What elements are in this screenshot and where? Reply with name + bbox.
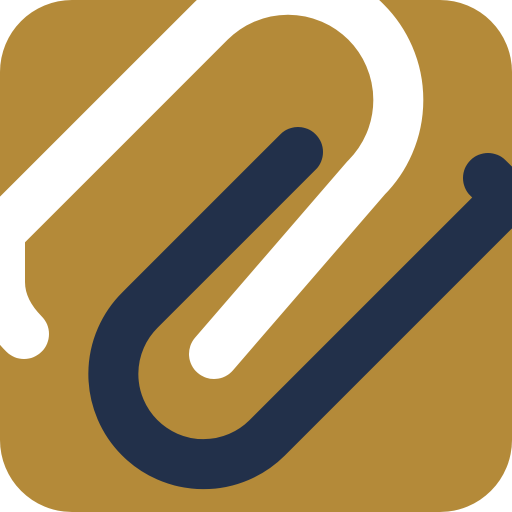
app-icon[interactable]: [0, 0, 512, 512]
paperclip-icon: [0, 0, 512, 512]
icon-tile: [0, 0, 512, 512]
